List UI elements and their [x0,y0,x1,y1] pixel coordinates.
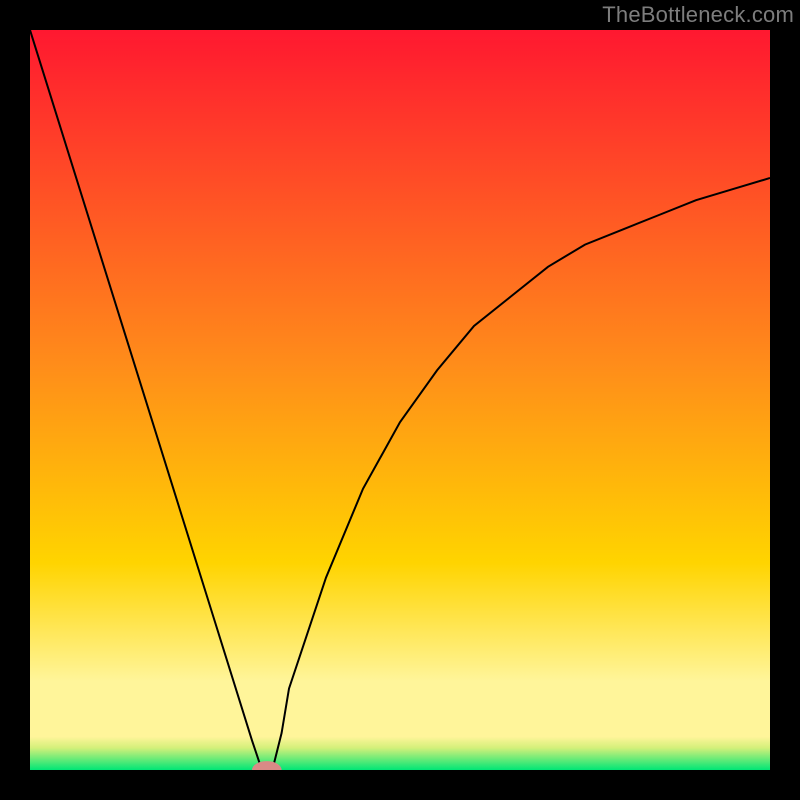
gradient-background [30,30,770,770]
chart-frame: TheBottleneck.com [0,0,800,800]
watermark-text: TheBottleneck.com [602,2,794,28]
bottleneck-chart [30,30,770,770]
